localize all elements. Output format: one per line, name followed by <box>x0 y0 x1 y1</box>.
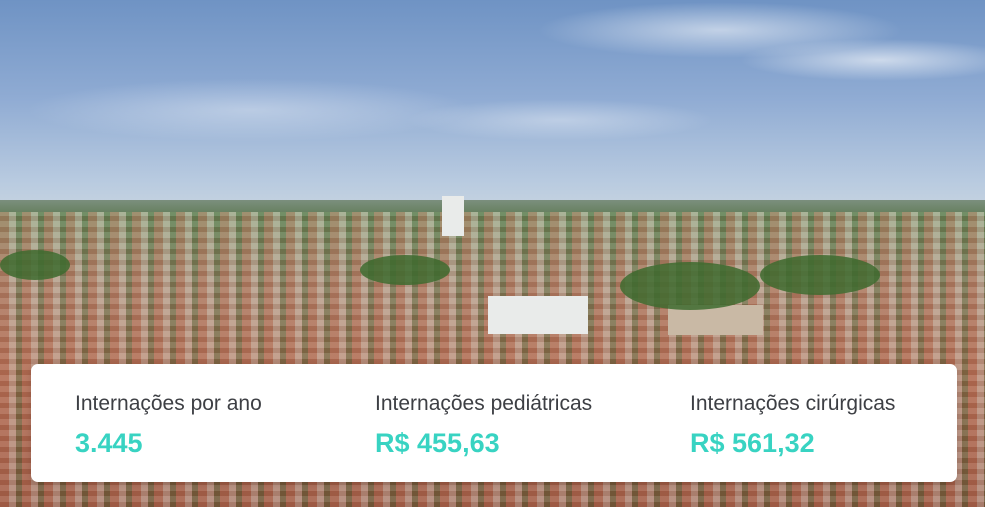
stats-card: Internações por ano 3.445 Internações pe… <box>31 364 957 482</box>
white-building <box>488 296 588 334</box>
stat-label: Internações cirúrgicas <box>690 392 896 415</box>
tree-cluster <box>0 250 70 280</box>
stat-value: R$ 561,32 <box>690 428 815 458</box>
tree-cluster <box>360 255 450 285</box>
stat-internacoes-cirurgicas: Internações cirúrgicas R$ 561,32 <box>690 392 895 459</box>
stat-value: R$ 455,63 <box>375 428 500 458</box>
tree-cluster <box>620 262 760 310</box>
sky <box>0 0 985 215</box>
stat-internacoes-pediatricas: Internações pediátricas R$ 455,63 <box>375 392 592 459</box>
stat-label: Internações pediátricas <box>375 392 593 415</box>
stat-label: Internações por ano <box>75 392 262 415</box>
tree-cluster <box>760 255 880 295</box>
tall-building <box>442 196 464 236</box>
stat-internacoes-por-ano: Internações por ano 3.445 <box>75 392 262 459</box>
stat-value: 3.445 <box>75 428 143 458</box>
